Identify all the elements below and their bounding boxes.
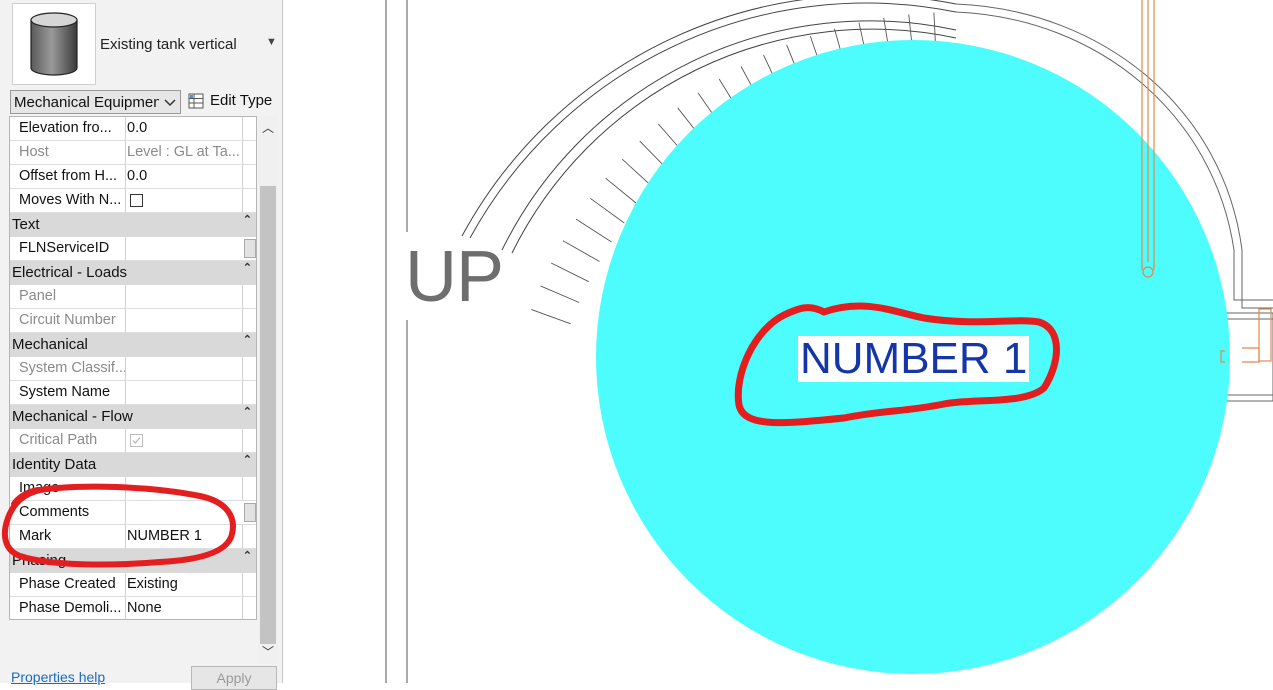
prop-row-offset[interactable]: Offset from H... 0.0 [10, 165, 256, 189]
prop-label: Panel [19, 288, 57, 304]
scroll-down-icon[interactable]: ﹀ [258, 642, 278, 662]
prop-value[interactable]: 0.0 [127, 168, 241, 184]
prop-label: Phase Demoli... [19, 600, 122, 616]
group-header-mechanical[interactable]: Mechanical ⌃ [10, 333, 256, 357]
moves-with-checkbox[interactable] [130, 194, 143, 207]
properties-scrollbar[interactable]: ︿ ﹀ [258, 116, 278, 664]
collapse-icon[interactable]: ⌃ [243, 213, 252, 226]
cylinder-tank-icon [12, 3, 96, 85]
browse-button[interactable] [244, 239, 256, 258]
prop-label: System Classif... [19, 360, 127, 376]
prop-value[interactable]: 0.0 [127, 120, 241, 136]
group-header-mechanical-flow[interactable]: Mechanical - Flow ⌃ [10, 405, 256, 429]
drawing-canvas[interactable]: UP NUMBER 1 [284, 0, 1273, 683]
group-label: Mechanical - Flow [12, 408, 133, 425]
category-filter-dropdown[interactable]: Mechanical Equipment [10, 90, 181, 114]
prop-label: Circuit Number [19, 312, 116, 328]
prop-row-system-name[interactable]: System Name [10, 381, 256, 405]
prop-row-moves-with[interactable]: Moves With N... [10, 189, 256, 213]
collapse-icon[interactable]: ⌃ [243, 261, 252, 274]
stair-tread [605, 177, 639, 206]
category-value: Mechanical Equipment [14, 94, 159, 111]
prop-label: Phase Created [19, 576, 116, 592]
prop-label: Offset from H... [19, 168, 118, 184]
scroll-up-icon[interactable]: ︿ [258, 118, 278, 138]
chevron-down-icon[interactable] [162, 92, 178, 112]
prop-value[interactable]: None [127, 600, 241, 616]
stair-tread [575, 218, 612, 243]
group-header-text[interactable]: Text ⌃ [10, 213, 256, 237]
equipment-tag[interactable]: NUMBER 1 [798, 336, 1030, 382]
type-name: Existing tank vertical [100, 36, 237, 53]
edit-type-button[interactable]: Edit Type [186, 90, 278, 114]
group-label: Electrical - Loads [12, 264, 128, 281]
collapse-icon[interactable]: ⌃ [243, 333, 252, 346]
prop-label: Moves With N... [19, 192, 122, 208]
stair-tread [531, 308, 571, 325]
prop-row-system-classification: System Classif... [10, 357, 256, 381]
prop-value: Level : GL at Ta... [127, 144, 240, 160]
group-label: Text [12, 216, 40, 233]
prop-label: Host [19, 144, 49, 160]
stair-up-label: UP [405, 237, 504, 317]
stair-tread [540, 285, 580, 303]
edit-type-label: Edit Type [210, 92, 273, 109]
markup-circle-mark [1, 483, 236, 568]
prop-value[interactable]: Existing [127, 576, 241, 592]
scrollbar-thumb[interactable] [260, 186, 276, 644]
prop-label: FLNServiceID [19, 240, 110, 256]
critical-path-checkbox [130, 434, 143, 447]
group-label: Mechanical [12, 336, 88, 353]
stair-tread [590, 197, 625, 224]
group-label: Identity Data [12, 456, 97, 473]
prop-label: Elevation fro... [19, 120, 112, 136]
apply-button[interactable]: Apply [191, 666, 277, 690]
properties-palette: Existing tank vertical ▼ Mechanical Equi… [0, 0, 283, 690]
prop-row-flnserviceid[interactable]: FLNServiceID [10, 237, 256, 261]
prop-label: Critical Path [19, 432, 98, 448]
stair-tread [550, 262, 589, 283]
collapse-icon[interactable]: ⌃ [243, 453, 252, 466]
collapse-icon[interactable]: ⌃ [243, 405, 252, 418]
prop-row-host: Host Level : GL at Ta... [10, 141, 256, 165]
caret-down-icon[interactable]: ▼ [266, 36, 277, 48]
prop-label: System Name [19, 384, 111, 400]
prop-row-critical-path: Critical Path [10, 429, 256, 453]
floor-plan-drawing [385, 0, 1273, 683]
prop-row-panel: Panel [10, 285, 256, 309]
prop-row-phase-demolished[interactable]: Phase Demoli... None [10, 597, 256, 619]
group-header-identity-data[interactable]: Identity Data ⌃ [10, 453, 256, 477]
group-header-electrical-loads[interactable]: Electrical - Loads ⌃ [10, 261, 256, 285]
edit-type-icon [188, 93, 204, 109]
browse-button[interactable] [244, 503, 256, 522]
prop-row-phase-created[interactable]: Phase Created Existing [10, 573, 256, 597]
prop-row-elevation[interactable]: Elevation fro... 0.0 [10, 117, 256, 141]
prop-row-circuit-number: Circuit Number [10, 309, 256, 333]
type-selector[interactable]: Existing tank vertical ▼ [8, 0, 280, 88]
stair-tread [562, 240, 600, 262]
